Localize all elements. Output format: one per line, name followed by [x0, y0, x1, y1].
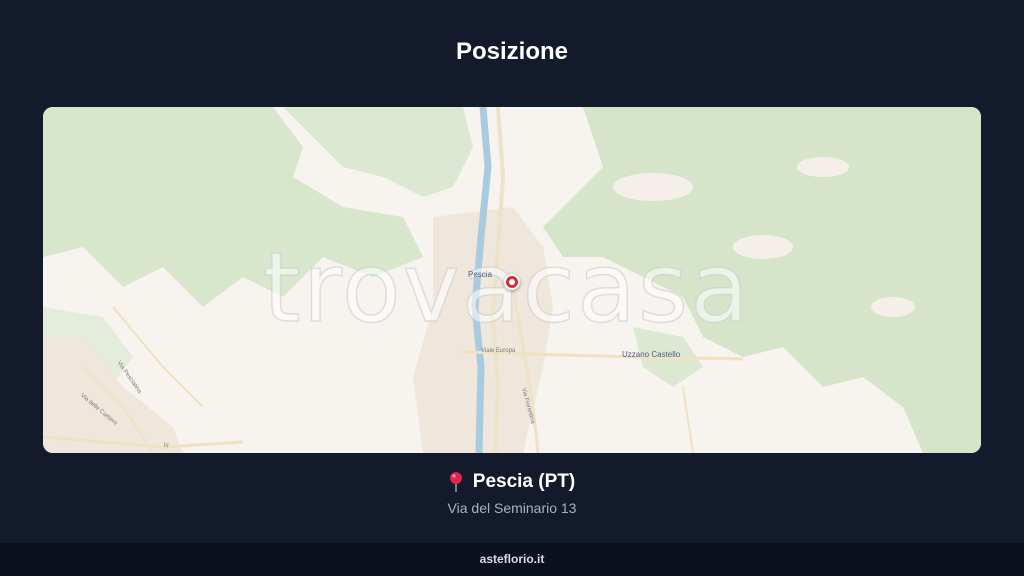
- location-map[interactable]: trovacasa Pescia Uzzano Castello Viale E…: [43, 107, 981, 453]
- map-pin-icon: [449, 472, 463, 492]
- footer: asteflorio.it: [0, 543, 1024, 576]
- location-info: Pescia (PT): [0, 471, 1024, 497]
- watermark: trovacasa: [262, 231, 751, 345]
- location-marker-icon[interactable]: [504, 274, 520, 290]
- address-label: Via del Seminario 13: [447, 500, 577, 516]
- page-title: Posizione: [455, 38, 569, 65]
- location-title: Pescia (PT): [449, 471, 575, 493]
- footer-brand[interactable]: asteflorio.it: [480, 552, 545, 566]
- city-label: Pescia (PT): [472, 471, 576, 492]
- road-label-europa: Viale Europa: [481, 348, 516, 354]
- hamlet-label: Uzzano Castello: [622, 350, 681, 359]
- town-label: Pescia: [468, 270, 493, 279]
